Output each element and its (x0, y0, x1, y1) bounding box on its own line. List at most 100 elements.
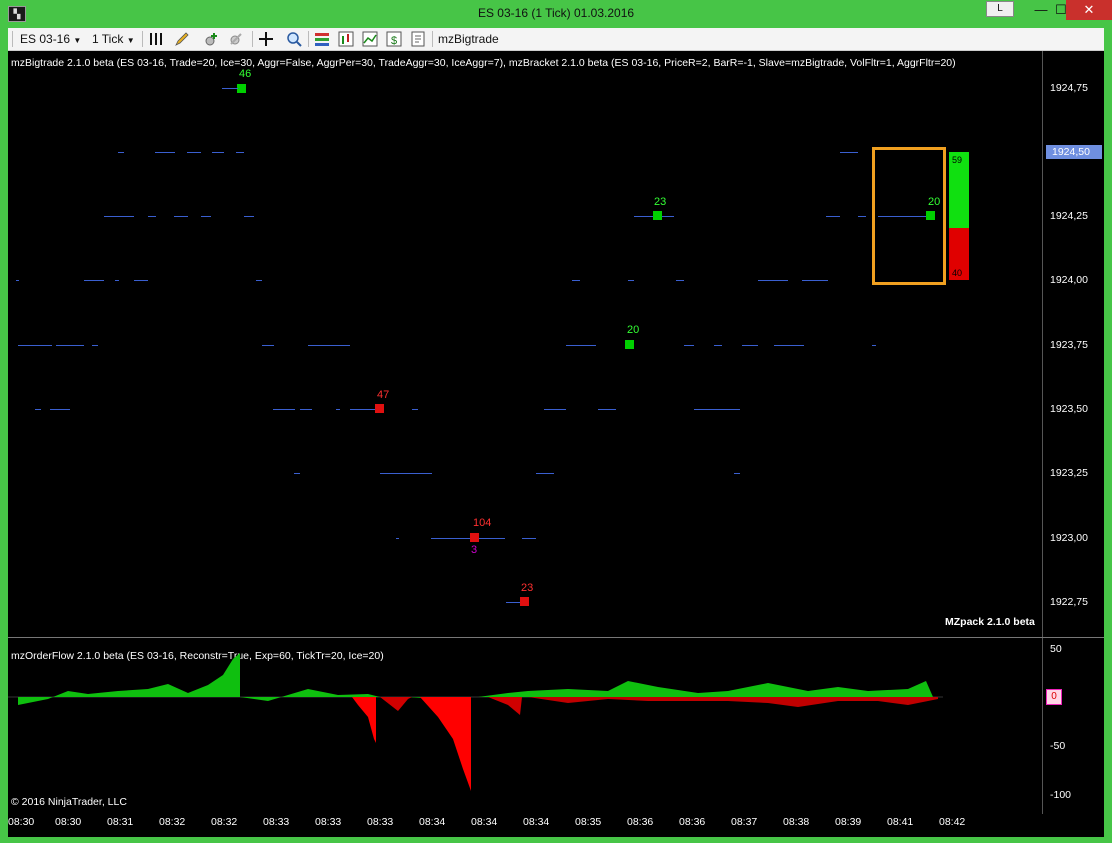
big-trade-marker-buy[interactable] (625, 340, 634, 349)
time-label: 08:30 (55, 816, 82, 828)
copyright-label: © 2016 NinjaTrader, LLC (11, 796, 127, 808)
price-dash (544, 409, 566, 410)
orderflow-histogram (8, 653, 943, 791)
time-label: 08:38 (783, 816, 810, 828)
add-indicator-icon[interactable] (204, 31, 220, 47)
chart-area[interactable]: mzBigtrade 2.1.0 beta (ES 03-16, Trade=2… (8, 51, 1104, 837)
panel-divider[interactable] (8, 637, 1104, 638)
indicator-header: mzBigtrade 2.1.0 beta (ES 03-16, Trade=2… (11, 57, 956, 69)
chart-template-icon[interactable] (362, 31, 378, 47)
toolbar-grip (12, 31, 13, 47)
price-dash (566, 345, 596, 346)
price-axis-separator (1042, 51, 1043, 814)
time-label: 08:34 (419, 816, 446, 828)
big-trade-marker-sell[interactable] (470, 533, 479, 542)
instrument-label: ES 03-16 (20, 32, 71, 46)
price-dash (18, 345, 52, 346)
trade-size-label: 46 (239, 68, 252, 80)
price-dash (92, 345, 98, 346)
big-trade-marker-sell[interactable] (375, 404, 384, 413)
interval-selector[interactable]: 1 Tick ▼ (92, 31, 135, 47)
chevron-down-icon: ▼ (73, 36, 82, 45)
price-dash (118, 152, 124, 153)
time-label: 08:33 (315, 816, 342, 828)
big-trade-marker-buy[interactable] (237, 84, 246, 93)
current-price-marker: 1924,50 (1046, 145, 1102, 159)
price-label: 1923,25 (1050, 467, 1088, 479)
price-dash (714, 345, 722, 346)
price-dash (201, 216, 211, 217)
time-label: 08:32 (211, 816, 238, 828)
crosshair-icon[interactable] (258, 31, 274, 47)
price-label: 1923,50 (1050, 403, 1088, 415)
price-dash (872, 345, 876, 346)
trade-size-label: 104 (473, 517, 492, 529)
toolbar-separator (252, 31, 253, 47)
close-button[interactable]: ✕ (1066, 0, 1112, 20)
window-title: ES 03-16 (1 Tick) 01.03.2016 (477, 6, 635, 20)
price-dash (244, 216, 254, 217)
time-label: 08:42 (939, 816, 966, 828)
time-label: 08:41 (887, 816, 914, 828)
price-dash (676, 280, 684, 281)
price-dash (187, 152, 201, 153)
dollar-icon[interactable]: $ (386, 31, 402, 47)
orderflow-axis-label: -50 (1050, 740, 1066, 752)
price-dash (412, 409, 418, 410)
price-dash (336, 409, 340, 410)
remove-indicator-icon[interactable] (228, 31, 244, 47)
iceberg-label: 3 (471, 544, 478, 556)
price-dash (294, 473, 300, 474)
price-dash (858, 216, 866, 217)
trade-size-label: 23 (654, 196, 667, 208)
price-dash (115, 280, 119, 281)
bracket-sell-volume-bar: 40 (949, 228, 969, 280)
svg-text:$: $ (391, 35, 397, 47)
price-label: 1924,00 (1050, 274, 1088, 286)
time-label: 08:34 (523, 816, 550, 828)
pencil-draw-icon[interactable] (174, 31, 190, 47)
time-label: 08:33 (263, 816, 290, 828)
strategy-icon[interactable] (410, 31, 426, 47)
price-dash (256, 280, 262, 281)
orderflow-zero-value: 0 (1051, 691, 1057, 702)
properties-icon[interactable] (314, 31, 330, 47)
toolbar-separator (432, 31, 433, 47)
orderflow-zero-marker: 0 (1046, 689, 1062, 705)
big-trade-marker-buy[interactable] (926, 211, 935, 220)
price-dash (155, 152, 175, 153)
trade-size-label: 20 (627, 324, 640, 336)
bracket-buy-value: 59 (952, 155, 963, 165)
zoom-icon[interactable] (286, 31, 302, 47)
price-dash (826, 216, 840, 217)
link-button[interactable]: L (986, 1, 1014, 17)
time-label: 08:35 (575, 816, 602, 828)
chevron-down-icon: ▼ (126, 36, 135, 45)
title-bar[interactable]: ▚ ES 03-16 (1 Tick) 01.03.2016 L — ☐ ✕ (0, 0, 1112, 28)
bar-style-icon[interactable] (148, 31, 164, 47)
instrument-selector[interactable]: ES 03-16 ▼ (20, 31, 81, 47)
price-dash (300, 409, 312, 410)
price-dash (56, 345, 84, 346)
bracket-buy-volume-bar: 59 (949, 152, 969, 228)
time-label: 08:39 (835, 816, 862, 828)
toolbar-separator (142, 31, 143, 47)
price-dash (598, 409, 616, 410)
orderflow-axis-label: 50 (1050, 643, 1062, 655)
app-window: ▚ ES 03-16 (1 Tick) 01.03.2016 L — ☐ ✕ E… (0, 0, 1112, 843)
price-label: 1923,75 (1050, 339, 1088, 351)
price-dash (684, 345, 694, 346)
data-series-icon[interactable] (338, 31, 354, 47)
time-label: 08:36 (627, 816, 654, 828)
mzbigtrade-button[interactable]: mzBigtrade (438, 31, 499, 47)
price-label: 1924,75 (1050, 82, 1088, 94)
price-dash (222, 88, 238, 89)
big-trade-marker-sell[interactable] (520, 597, 529, 606)
price-dash (308, 345, 350, 346)
price-label: 1923,00 (1050, 532, 1088, 544)
big-trade-marker-buy[interactable] (653, 211, 662, 220)
time-label: 08:31 (107, 816, 134, 828)
mzpack-brand-label: MZpack 2.1.0 beta (945, 616, 1035, 628)
price-dash (802, 280, 828, 281)
price-dash (16, 280, 19, 281)
